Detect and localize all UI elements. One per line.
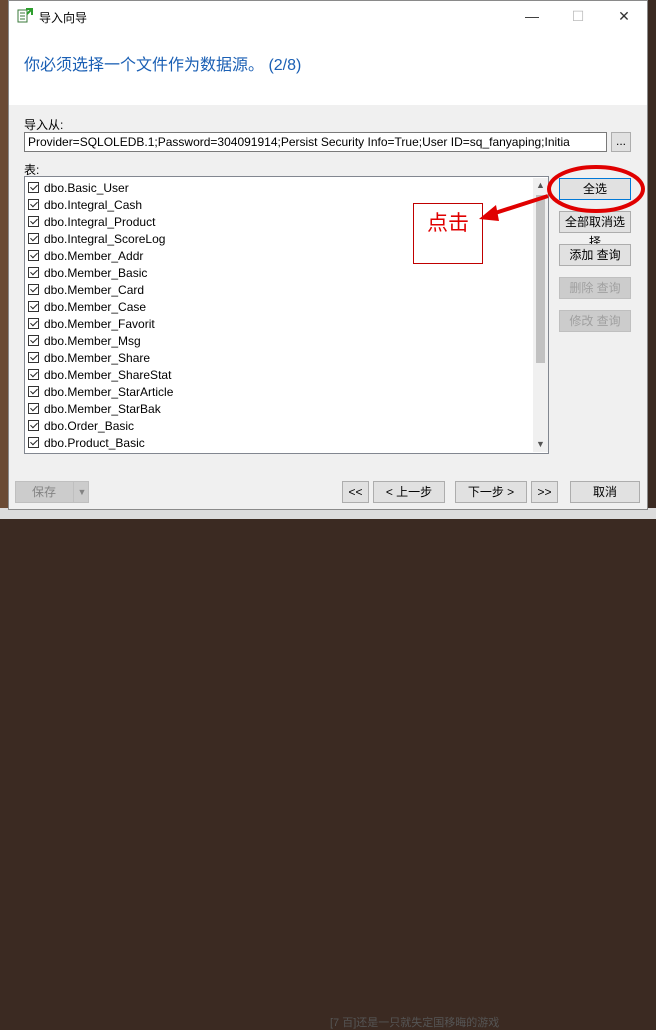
- highlight-circle: [547, 165, 645, 213]
- arrow-head-icon: [479, 205, 499, 221]
- annotation-overlay: [479, 165, 645, 221]
- annotation-arrow: [491, 194, 549, 216]
- background-text: [7 百]还是一只就失定国移晦的游戏: [330, 1017, 500, 1029]
